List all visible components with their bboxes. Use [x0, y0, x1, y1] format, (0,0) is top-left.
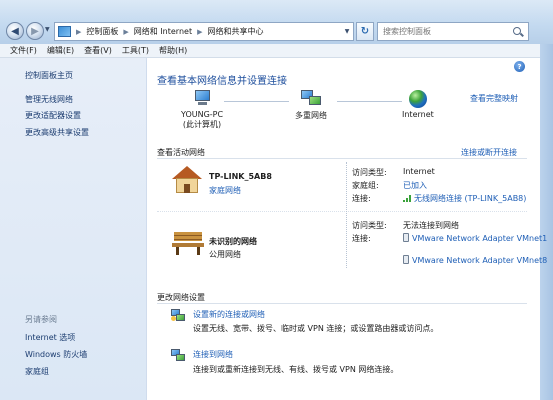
search-input[interactable]	[378, 24, 511, 39]
computer-icon	[192, 90, 212, 108]
breadcrumb-control-panel[interactable]: 控制面板	[83, 26, 121, 37]
setup-new-connection-link[interactable]: 设置新的连接或网络	[193, 309, 265, 320]
forward-arrow-icon[interactable]: ▶	[26, 22, 44, 40]
sidebar-control-panel-home[interactable]: 控制面板主页	[25, 70, 73, 81]
access-type-value: 无法连接到网络	[403, 221, 459, 230]
chevron-right-icon[interactable]: ▶	[195, 28, 204, 36]
access-type-label: 访问类型:	[352, 221, 387, 230]
access-type-value: Internet	[403, 167, 435, 176]
vmnet1-connection-link[interactable]: VMware Network Adapter VMnet1	[403, 233, 547, 243]
menu-view[interactable]: 查看(V)	[79, 45, 117, 56]
divider	[157, 303, 527, 304]
multiple-networks-icon	[299, 90, 323, 108]
map-connector-line	[224, 101, 289, 102]
connection-label: 连接:	[352, 194, 371, 203]
new-connection-icon[interactable]	[171, 309, 186, 323]
wireless-signal-icon	[403, 195, 412, 202]
sidebar-homegroup[interactable]: 家庭组	[25, 366, 49, 377]
sidebar-advanced-sharing[interactable]: 更改高级共享设置	[25, 127, 89, 138]
access-type-label: 访问类型:	[352, 168, 387, 177]
internet-label: Internet	[402, 110, 434, 119]
active-networks-heading: 查看活动网络	[157, 148, 205, 157]
menu-bar: 文件(F) 编辑(E) 查看(V) 工具(T) 帮助(H)	[0, 44, 540, 58]
network-type-link[interactable]: 家庭网络	[209, 185, 241, 196]
network-adapter-icon	[403, 255, 409, 264]
sidebar-see-also-heading: 另请参阅	[25, 315, 57, 324]
sidebar-internet-options[interactable]: Internet 选项	[25, 332, 75, 343]
breadcrumb-network-internet[interactable]: 网络和 Internet	[131, 26, 195, 37]
chevron-right-icon[interactable]: ▶	[121, 28, 130, 36]
page-title: 查看基本网络信息并设置连接	[157, 76, 287, 87]
recent-pages-dropdown-icon[interactable]: ▼	[45, 26, 50, 33]
map-internet[interactable]: Internet	[402, 90, 434, 119]
connect-to-network-desc: 连接到或重新连接到无线、有线、拨号或 VPN 网络连接。	[193, 365, 399, 374]
network-name: TP-LINK_5AB8	[209, 172, 272, 181]
homegroup-joined-link[interactable]: 已加入	[403, 180, 427, 191]
search-box[interactable]	[377, 22, 529, 41]
wireless-connection-link[interactable]: 无线网络连接 (TP-LINK_5AB8)	[403, 193, 526, 204]
computer-name: YOUNG-PC	[181, 110, 224, 119]
main-content: ? 查看基本网络信息并设置连接 查看完整映射 YOUNG-PC (此计算机) 多…	[147, 58, 547, 400]
address-bar[interactable]: ▶ 控制面板 ▶ 网络和 Internet ▶ 网络和共享中心 ▼	[54, 22, 354, 41]
divider	[157, 158, 527, 159]
map-multiple-networks[interactable]: 多重网络	[295, 90, 327, 121]
connection-label: 连接:	[352, 234, 371, 243]
network-name: 未识别的网络	[209, 237, 257, 246]
refresh-icon[interactable]: ↻	[356, 22, 374, 41]
divider	[157, 211, 527, 212]
vmnet1-text: VMware Network Adapter VMnet1	[412, 234, 548, 243]
map-this-computer[interactable]: YOUNG-PC (此计算机)	[181, 90, 223, 130]
vmnet8-connection-link[interactable]: VMware Network Adapter VMnet8	[403, 255, 547, 265]
menu-tools[interactable]: 工具(T)	[117, 45, 154, 56]
connect-disconnect-link[interactable]: 连接或断开连接	[461, 147, 517, 158]
help-icon[interactable]: ?	[514, 61, 525, 72]
vmnet8-text: VMware Network Adapter VMnet8	[412, 256, 548, 265]
chevron-right-icon[interactable]: ▶	[74, 28, 83, 36]
public-network-bench-icon[interactable]	[172, 230, 204, 256]
multiple-networks-label: 多重网络	[295, 111, 327, 120]
back-arrow-icon[interactable]: ◀	[6, 22, 24, 40]
homegroup-label: 家庭组:	[352, 181, 379, 190]
sidebar-windows-firewall[interactable]: Windows 防火墙	[25, 349, 87, 360]
computer-subtitle: (此计算机)	[182, 120, 222, 129]
map-connector-line	[337, 101, 402, 102]
address-dropdown-icon[interactable]: ▼	[341, 28, 353, 35]
connect-to-network-icon[interactable]	[171, 349, 186, 363]
control-panel-icon	[58, 26, 71, 37]
menu-help[interactable]: 帮助(H)	[154, 45, 192, 56]
connect-to-network-link[interactable]: 连接到网络	[193, 349, 233, 360]
wireless-connection-text: 无线网络连接 (TP-LINK_5AB8)	[414, 194, 527, 203]
window-right-border	[540, 44, 553, 400]
sidebar: 控制面板主页 管理无线网络 更改适配器设置 更改高级共享设置 另请参阅 Inte…	[0, 58, 147, 400]
network-type: 公用网络	[209, 250, 241, 259]
change-settings-heading: 更改网络设置	[157, 293, 205, 302]
setup-new-connection-desc: 设置无线、宽带、拨号、临时或 VPN 连接；或设置路由器或访问点。	[193, 324, 439, 333]
globe-icon	[408, 90, 427, 108]
sidebar-change-adapter[interactable]: 更改适配器设置	[25, 110, 81, 121]
home-network-icon[interactable]	[172, 166, 202, 194]
search-icon[interactable]	[511, 25, 525, 39]
sidebar-manage-wireless[interactable]: 管理无线网络	[25, 94, 73, 105]
menu-edit[interactable]: 编辑(E)	[42, 45, 79, 56]
network-adapter-icon	[403, 233, 409, 242]
breadcrumb-network-sharing-center[interactable]: 网络和共享中心	[204, 26, 266, 37]
column-separator	[346, 162, 347, 268]
menu-file[interactable]: 文件(F)	[5, 45, 42, 56]
window-titlebar: ◀ ▶ ▼ ▶ 控制面板 ▶ 网络和 Internet ▶ 网络和共享中心 ▼ …	[0, 0, 553, 44]
see-full-map-link[interactable]: 查看完整映射	[470, 93, 518, 104]
